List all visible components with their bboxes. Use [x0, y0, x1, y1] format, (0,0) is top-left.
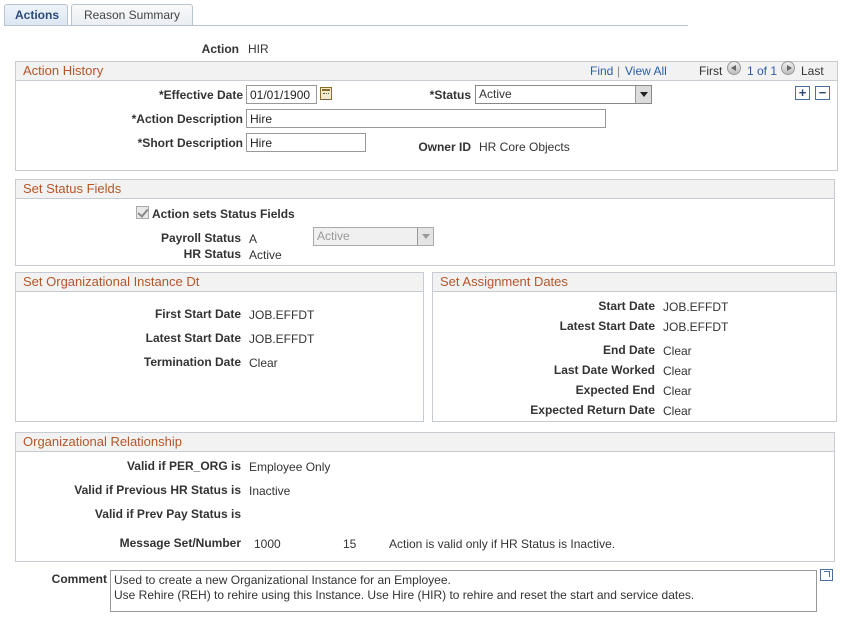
- action-sets-status-label: Action sets Status Fields: [152, 207, 295, 221]
- org-relationship-title: Organizational Relationship: [16, 433, 834, 452]
- last-label: Last: [801, 64, 824, 78]
- action-description-label: *Action Description: [131, 112, 243, 126]
- prev-pay-status-label: Valid if Prev Pay Status is: [94, 507, 241, 521]
- payroll-status-code: A: [249, 232, 258, 246]
- action-value: HIR: [248, 42, 269, 56]
- short-description-label: *Short Description: [137, 136, 243, 150]
- message-set-value: 1000: [254, 537, 281, 551]
- status-select-value: Active: [479, 87, 512, 101]
- delete-row-icon[interactable]: −: [815, 86, 830, 100]
- latest-start-date-label: Latest Start Date: [145, 331, 241, 345]
- end-date-label: End Date: [602, 343, 655, 357]
- comment-label: Comment: [51, 572, 107, 586]
- owner-id-label: Owner ID: [418, 140, 471, 154]
- payroll-status-label: Payroll Status: [160, 231, 241, 245]
- chevron-down-icon: [417, 228, 433, 245]
- message-text: Action is valid only if HR Status is Ina…: [389, 537, 616, 551]
- effective-date-input[interactable]: [246, 85, 317, 104]
- previous-hr-status-value: Inactive: [249, 484, 291, 498]
- status-fields-title: Set Status Fields: [16, 180, 834, 199]
- action-label: Action: [201, 42, 239, 56]
- per-org-label: Valid if PER_ORG is: [126, 459, 241, 473]
- separator: |: [617, 64, 621, 78]
- previous-row-icon[interactable]: [727, 61, 741, 75]
- start-date-value: JOB.EFFDT: [663, 300, 729, 314]
- tab-reason-summary[interactable]: Reason Summary: [71, 4, 193, 26]
- row-pager: 1 of 1: [747, 64, 778, 78]
- per-org-value: Employee Only: [249, 460, 331, 474]
- expand-comment-icon[interactable]: [820, 569, 833, 581]
- effective-date-label: *Effective Date: [158, 88, 243, 102]
- assignment-latest-start-value: JOB.EFFDT: [663, 320, 729, 334]
- status-label: *Status: [429, 88, 471, 102]
- tab-divider: [4, 25, 688, 26]
- find-link[interactable]: Find: [590, 64, 613, 78]
- hr-status-value: Active: [249, 248, 282, 262]
- chevron-down-icon: [635, 86, 651, 103]
- previous-hr-status-label: Valid if Previous HR Status is: [74, 483, 241, 497]
- first-start-date-value: JOB.EFFDT: [249, 308, 315, 322]
- comment-line-2: Use Rehire (REH) to rehire using this In…: [114, 588, 695, 602]
- hr-status-label: HR Status: [183, 247, 241, 261]
- status-select[interactable]: Active: [475, 85, 652, 104]
- expected-return-date-label: Expected Return Date: [530, 403, 655, 417]
- owner-id-value: HR Core Objects: [479, 140, 570, 154]
- status-fields-box: Set Status Fields: [15, 179, 835, 266]
- assignment-latest-start-label: Latest Start Date: [559, 319, 655, 333]
- calendar-icon[interactable]: [320, 87, 332, 100]
- short-description-input[interactable]: [246, 133, 366, 152]
- first-label: First: [699, 64, 723, 78]
- tab-actions[interactable]: Actions: [4, 4, 68, 26]
- expected-end-label: Expected End: [575, 383, 655, 397]
- start-date-label: Start Date: [598, 299, 655, 313]
- last-date-worked-label: Last Date Worked: [553, 363, 655, 377]
- termination-date-label: Termination Date: [143, 355, 241, 369]
- comment-textarea[interactable]: Used to create a new Organizational Inst…: [110, 570, 817, 612]
- latest-start-date-value: JOB.EFFDT: [249, 332, 315, 346]
- end-date-value: Clear: [663, 344, 692, 358]
- action-sets-status-checkbox[interactable]: [136, 206, 149, 219]
- expected-return-date-value: Clear: [663, 404, 692, 418]
- first-start-date-label: First Start Date: [154, 307, 241, 321]
- expected-end-value: Clear: [663, 384, 692, 398]
- last-date-worked-value: Clear: [663, 364, 692, 378]
- payroll-status-select[interactable]: Active: [313, 227, 434, 246]
- message-set-number-label: Message Set/Number: [119, 536, 241, 550]
- add-row-icon[interactable]: +: [795, 86, 810, 100]
- view-all-link[interactable]: View All: [625, 64, 667, 78]
- termination-date-value: Clear: [249, 356, 278, 370]
- org-instance-title: Set Organizational Instance Dt: [16, 273, 423, 292]
- org-instance-box: Set Organizational Instance Dt: [15, 272, 424, 422]
- comment-line-1: Used to create a new Organizational Inst…: [114, 573, 451, 587]
- next-row-icon[interactable]: [781, 61, 795, 75]
- payroll-status-select-value: Active: [317, 229, 350, 243]
- assignment-dates-title: Set Assignment Dates: [433, 273, 836, 292]
- message-number-value: 15: [343, 537, 357, 551]
- action-description-input[interactable]: [246, 109, 606, 128]
